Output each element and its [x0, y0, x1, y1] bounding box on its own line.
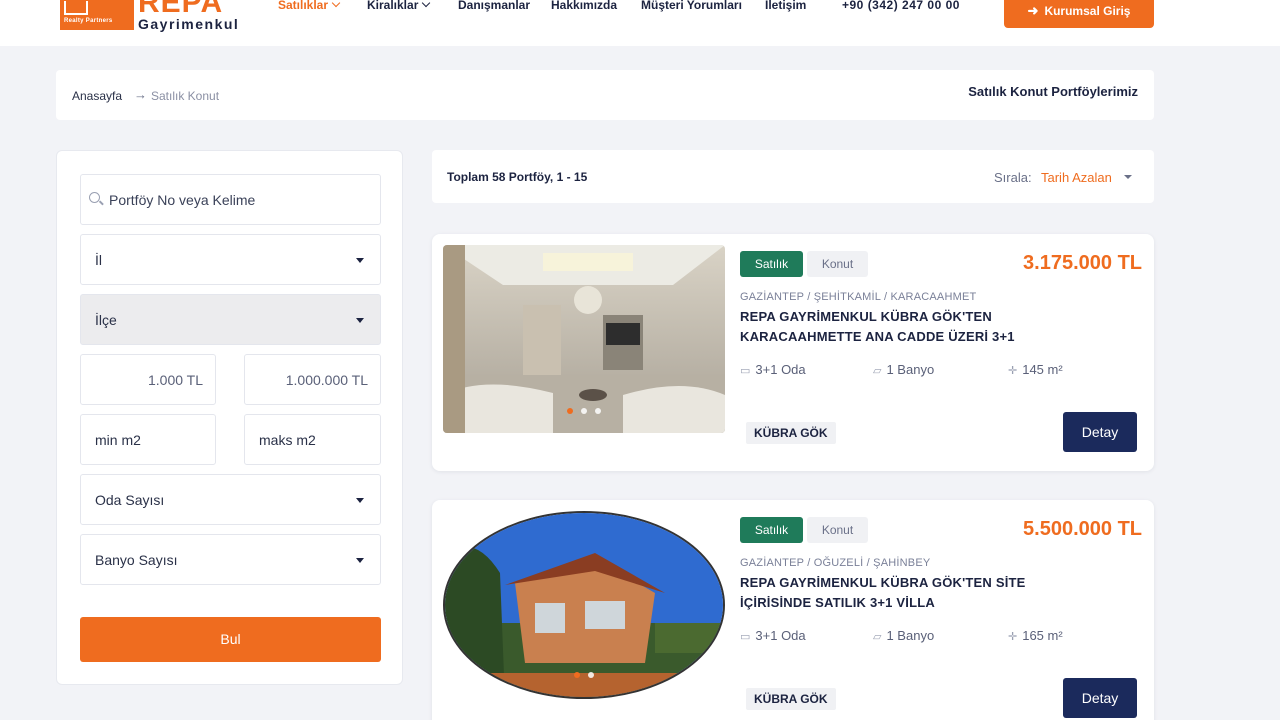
province-select-value: İl — [95, 252, 102, 268]
sort-dropdown[interactable]: Tarih Azalan — [1041, 170, 1112, 185]
find-button[interactable]: Bul — [80, 617, 381, 662]
chevron-down-icon — [331, 0, 341, 8]
listing-card[interactable]: Satılık Konut 3.175.000 TL GAZİANTEP / Ş… — [432, 234, 1154, 471]
breadcrumb-current: Satılık Konut — [151, 89, 220, 103]
nav-satiliklar[interactable]: Satılıklar — [278, 0, 341, 12]
area-size-value: 145 m² — [1022, 362, 1063, 377]
nav-iletisim[interactable]: İletişim — [765, 0, 806, 12]
login-icon: ➜ — [1027, 3, 1039, 18]
min-price-value: 1.000 TL — [147, 372, 203, 388]
area-size-value: 165 m² — [1022, 628, 1063, 643]
status-badge: Satılık — [740, 517, 803, 543]
max-price-input[interactable]: 1.000.000 TL — [244, 354, 381, 405]
breadcrumb-home-link[interactable]: Anasayfa — [72, 89, 122, 103]
listing-price: 5.500.000 TL — [1023, 518, 1142, 540]
room-count: ▭ 3+1 Oda — [740, 628, 806, 643]
carousel-dots[interactable] — [443, 401, 725, 419]
arrow-right-icon: → — [134, 87, 147, 102]
carousel-dot[interactable] — [574, 672, 580, 678]
nav-danismanlar[interactable]: Danışmanlar — [458, 0, 530, 12]
logo-subtitle: Gayrimenkul — [138, 16, 240, 32]
type-badge: Konut — [807, 517, 868, 543]
listing-location: GAZİANTEP / ŞEHİTKAMİL / KARACAAHMET — [740, 291, 977, 303]
rooms-select-value: Oda Sayısı — [95, 492, 165, 508]
carousel-dots[interactable] — [445, 665, 723, 683]
search-icon — [89, 192, 100, 203]
listing-location: GAZİANTEP / OĞUZELİ / ŞAHİNBEY — [740, 557, 931, 569]
breadcrumb: Anasayfa → Satılık Konut Satılık Konut P… — [56, 70, 1154, 120]
room-count-value: 3+1 Oda — [755, 362, 806, 377]
chevron-down-icon — [422, 0, 431, 8]
listing-toolbar: Toplam 58 Portföy, 1 - 15 Sırala: Tarih … — [432, 150, 1154, 203]
carousel-dot[interactable] — [588, 672, 594, 678]
detail-button[interactable]: Detay — [1063, 412, 1137, 452]
carousel-dot[interactable] — [567, 408, 573, 414]
filter-sidebar: Portföy No veya Kelime İl İlçe 1.000 TL … — [56, 150, 403, 685]
corporate-login-button[interactable]: ➜ Kurumsal Giriş — [1004, 0, 1154, 28]
sort-label: Sırala: — [994, 170, 1032, 185]
page-title: Satılık Konut Portföylerimiz — [968, 84, 1138, 99]
province-select[interactable]: İl — [80, 234, 381, 285]
agent-name[interactable]: KÜBRA GÖK — [746, 688, 836, 710]
nav-label: Satılıklar — [278, 0, 329, 12]
rooms-select[interactable]: Oda Sayısı — [80, 474, 381, 525]
listing-card[interactable]: Satılık Konut 5.500.000 TL GAZİANTEP / O… — [432, 500, 1154, 720]
bathrooms-select-value: Banyo Sayısı — [95, 552, 178, 568]
listing-title[interactable]: REPA GAYRİMENKUL KÜBRA GÖK'TEN SİTE İÇİR… — [740, 573, 1060, 613]
max-area-input[interactable]: maks m2 — [244, 414, 381, 465]
nav-label: Kiralıklar — [367, 0, 419, 12]
nav-kiraliklar[interactable]: Kiralıklar — [367, 0, 431, 12]
caret-down-icon — [356, 498, 364, 503]
caret-down-icon — [356, 318, 364, 323]
building-icon — [64, 1, 88, 15]
search-placeholder: Portföy No veya Kelime — [109, 192, 256, 208]
corporate-login-label: Kurumsal Giriş — [1044, 4, 1131, 18]
keyword-search-input[interactable]: Portföy No veya Kelime — [80, 174, 381, 225]
type-badge: Konut — [807, 251, 868, 277]
min-area-input[interactable]: min m2 — [80, 414, 216, 465]
site-header: Realty Partners REPA Gayrimenkul Satılık… — [0, 0, 1280, 46]
listing-price: 3.175.000 TL — [1023, 252, 1142, 274]
room-count-value: 3+1 Oda — [755, 628, 806, 643]
caret-down-icon — [356, 558, 364, 563]
district-select[interactable]: İlçe — [80, 294, 381, 345]
listing-photo[interactable] — [443, 245, 725, 433]
caret-down-icon — [356, 258, 364, 263]
status-badge: Satılık — [740, 251, 803, 277]
area-icon: ✛ — [1008, 631, 1018, 643]
caret-down-icon — [1124, 175, 1132, 179]
district-select-value: İlçe — [95, 312, 117, 328]
nav-hakkimizda[interactable]: Hakkımızda — [551, 0, 617, 12]
area-size: ✛ 165 m² — [1008, 628, 1063, 643]
bath-count-value: 1 Banyo — [886, 362, 935, 377]
agent-name[interactable]: KÜBRA GÖK — [746, 422, 836, 444]
min-area-placeholder: min m2 — [95, 432, 141, 448]
area-icon: ✛ — [1008, 365, 1018, 377]
listing-photo[interactable] — [443, 511, 725, 699]
max-area-placeholder: maks m2 — [259, 432, 316, 448]
max-price-value: 1.000.000 TL — [285, 372, 368, 388]
min-price-input[interactable]: 1.000 TL — [80, 354, 216, 405]
listing-title[interactable]: REPA GAYRİMENKUL KÜBRA GÖK'TEN KARACAAHM… — [740, 307, 1060, 347]
result-count: Toplam 58 Portföy, 1 - 15 — [447, 170, 588, 184]
bath-count-value: 1 Banyo — [886, 628, 935, 643]
logo-mark-box: Realty Partners — [60, 0, 134, 30]
brand-logo[interactable]: Realty Partners REPA Gayrimenkul — [60, 0, 250, 32]
room-count: ▭ 3+1 Oda — [740, 362, 806, 377]
bath-count: ▱ 1 Banyo — [873, 628, 934, 643]
bath-count: ▱ 1 Banyo — [873, 362, 934, 377]
bath-icon: ▱ — [873, 631, 882, 643]
detail-button[interactable]: Detay — [1063, 678, 1137, 718]
bath-icon: ▱ — [873, 365, 882, 377]
nav-musteri-yorumlari[interactable]: Müşteri Yorumları — [641, 0, 742, 12]
phone-number[interactable]: +90 (342) 247 00 00 — [842, 0, 960, 12]
carousel-dot[interactable] — [595, 408, 601, 414]
bed-icon: ▭ — [740, 631, 751, 643]
logo-tagline: Realty Partners — [64, 18, 113, 24]
bed-icon: ▭ — [740, 365, 751, 377]
carousel-dot[interactable] — [581, 408, 587, 414]
bathrooms-select[interactable]: Banyo Sayısı — [80, 534, 381, 585]
area-size: ✛ 145 m² — [1008, 362, 1063, 377]
